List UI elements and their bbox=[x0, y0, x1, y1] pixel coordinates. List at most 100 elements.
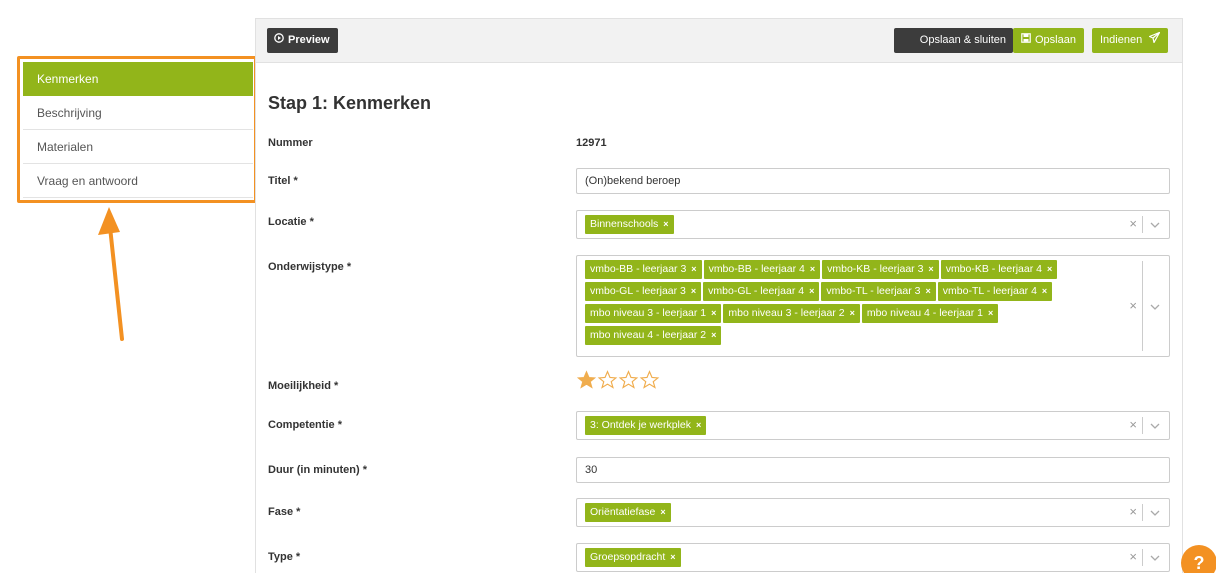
fase-tags: Oriëntatiefase × bbox=[585, 503, 1099, 525]
select-divider bbox=[1142, 504, 1143, 521]
locatie-select[interactable]: Binnenschools × × bbox=[576, 210, 1170, 239]
duur-required-mark: * bbox=[362, 464, 367, 476]
chevron-down-icon[interactable] bbox=[1149, 552, 1161, 564]
tag-binnenschools[interactable]: Binnenschools × bbox=[585, 215, 674, 234]
clear-x-icon[interactable]: × bbox=[1129, 216, 1137, 231]
sidebar-item-kenmerken[interactable]: Kenmerken bbox=[23, 62, 253, 96]
competentie-tags: 3: Ontdek je werkplek × bbox=[585, 416, 1099, 438]
tag-remove-icon[interactable]: × bbox=[660, 507, 665, 517]
tag-remove-icon[interactable]: × bbox=[663, 219, 668, 229]
select-divider bbox=[1142, 549, 1143, 566]
paper-plane-icon bbox=[1149, 28, 1161, 53]
tag-label: vmbo-BB - leerjaar 4 bbox=[708, 263, 805, 275]
clear-x-icon[interactable]: × bbox=[1129, 504, 1137, 519]
tag-label: mbo niveau 4 - leerjaar 2 bbox=[590, 329, 707, 341]
floppy-disk-icon bbox=[1021, 28, 1031, 53]
tag-label: vmbo-KB - leerjaar 3 bbox=[827, 263, 924, 275]
tag-onderwijstype[interactable]: vmbo-KB - leerjaar 4 × bbox=[940, 260, 1058, 279]
competentie-select[interactable]: 3: Ontdek je werkplek × × bbox=[576, 411, 1170, 440]
tag-onderwijstype[interactable]: mbo niveau 4 - leerjaar 2 × bbox=[585, 326, 722, 345]
star-icon[interactable] bbox=[618, 370, 639, 390]
tag-onderwijstype[interactable]: vmbo-KB - leerjaar 3 × bbox=[822, 260, 939, 279]
clear-x-icon[interactable]: × bbox=[1129, 417, 1137, 432]
tag-label: vmbo-BB - leerjaar 3 bbox=[590, 263, 687, 275]
locatie-label: Locatie * bbox=[268, 216, 314, 228]
chevron-down-icon[interactable] bbox=[1149, 420, 1161, 432]
tag-onderwijstype[interactable]: vmbo-BB - leerjaar 3 × bbox=[585, 260, 702, 279]
type-select[interactable]: Groepsopdracht × × bbox=[576, 543, 1170, 572]
preview-button[interactable]: Preview bbox=[267, 28, 338, 53]
star-icon[interactable] bbox=[576, 370, 597, 390]
preview-label: Preview bbox=[288, 34, 330, 46]
tag-remove-icon[interactable]: × bbox=[926, 286, 931, 296]
fase-label-text: Fase bbox=[268, 506, 294, 518]
save-and-close-button[interactable]: Opslaan & sluiten bbox=[894, 28, 1013, 53]
moeilijkheid-label-text: Moeilijkheid bbox=[268, 380, 331, 392]
tag-remove-icon[interactable]: × bbox=[696, 420, 701, 430]
tag-remove-icon[interactable]: × bbox=[691, 264, 696, 274]
onderwijstype-required-mark: * bbox=[346, 261, 352, 273]
save-label: Opslaan bbox=[1035, 34, 1076, 46]
chevron-down-icon[interactable] bbox=[1149, 219, 1161, 231]
onderwijstype-label: Onderwijstype * bbox=[268, 261, 351, 273]
moeilijkheid-label: Moeilijkheid * bbox=[268, 380, 338, 392]
onderwijstype-select[interactable]: vmbo-BB - leerjaar 3 × vmbo-BB - leerjaar … bbox=[576, 255, 1170, 357]
titel-required-mark: * bbox=[293, 175, 298, 187]
moeilijkheid-required-mark: * bbox=[334, 380, 339, 392]
play-circle-icon bbox=[274, 28, 284, 53]
tag-remove-icon[interactable]: × bbox=[988, 308, 993, 318]
tag-onderwijstype[interactable]: vmbo-BB - leerjaar 4 × bbox=[703, 260, 821, 279]
tag-onderwijstype[interactable]: mbo niveau 3 - leerjaar 1 × bbox=[585, 304, 722, 323]
submit-label: Indienen bbox=[1100, 34, 1143, 46]
type-label: Type * bbox=[268, 551, 300, 563]
tag-onderwijstype[interactable]: mbo niveau 3 - leerjaar 2 × bbox=[723, 304, 860, 323]
tag-remove-icon[interactable]: × bbox=[711, 330, 716, 340]
locatie-label-text: Locatie bbox=[268, 216, 307, 228]
tag-remove-icon[interactable]: × bbox=[850, 308, 855, 318]
tag-onderwijstype[interactable]: vmbo-GL - leerjaar 3 × bbox=[585, 282, 702, 301]
save-and-close-label: Opslaan & sluiten bbox=[919, 34, 1006, 46]
chevron-down-icon[interactable] bbox=[1149, 507, 1161, 519]
select-divider bbox=[1142, 417, 1143, 434]
type-tags: Groepsopdracht × bbox=[585, 548, 1099, 570]
tag-fase[interactable]: Oriëntatiefase × bbox=[585, 503, 671, 522]
select-divider bbox=[1142, 216, 1143, 233]
tag-onderwijstype[interactable]: vmbo-TL - leerjaar 4 × bbox=[937, 282, 1053, 301]
tag-type[interactable]: Groepsopdracht × bbox=[585, 548, 681, 567]
tag-remove-icon[interactable]: × bbox=[670, 552, 675, 562]
clear-x-icon[interactable]: × bbox=[1129, 298, 1137, 313]
save-button[interactable]: Opslaan bbox=[1013, 28, 1084, 53]
tag-remove-icon[interactable]: × bbox=[810, 264, 815, 274]
duur-input[interactable]: 30 bbox=[576, 457, 1170, 483]
tag-competentie[interactable]: 3: Ontdek je werkplek × bbox=[585, 416, 707, 435]
star-icon[interactable] bbox=[597, 370, 618, 390]
tag-label: mbo niveau 3 - leerjaar 1 bbox=[590, 307, 707, 319]
chevron-down-icon[interactable] bbox=[1149, 301, 1161, 313]
tag-remove-icon[interactable]: × bbox=[1047, 264, 1052, 274]
sidebar-item-beschrijving[interactable]: Beschrijving bbox=[23, 96, 253, 130]
fase-select[interactable]: Oriëntatiefase × × bbox=[576, 498, 1170, 527]
titel-input[interactable]: (On)bekend beroep bbox=[576, 168, 1170, 194]
toolbar: Preview Opslaan & sluiten Opslaan Indien… bbox=[256, 19, 1182, 63]
onderwijstype-tags: vmbo-BB - leerjaar 3 × vmbo-BB - leerjaar … bbox=[585, 260, 1079, 348]
tag-remove-icon[interactable]: × bbox=[691, 286, 696, 296]
tag-remove-icon[interactable]: × bbox=[809, 286, 814, 296]
tag-onderwijstype[interactable]: vmbo-TL - leerjaar 3 × bbox=[821, 282, 936, 301]
submit-button[interactable]: Indienen bbox=[1092, 28, 1169, 53]
star-icon[interactable] bbox=[639, 370, 660, 390]
sidebar-nav: Kenmerken Beschrijving Materialen Vraag … bbox=[23, 62, 253, 198]
sidebar-item-vraag-en-antwoord[interactable]: Vraag en antwoord bbox=[23, 164, 253, 198]
tag-label: Oriëntatiefase bbox=[590, 506, 656, 518]
tag-onderwijstype[interactable]: vmbo-GL - leerjaar 4 × bbox=[703, 282, 820, 301]
tag-remove-icon[interactable]: × bbox=[928, 264, 933, 274]
tag-label: 3: Ontdek je werkplek bbox=[590, 419, 691, 431]
tag-onderwijstype[interactable]: mbo niveau 4 - leerjaar 1 × bbox=[861, 304, 999, 323]
clear-x-icon[interactable]: × bbox=[1129, 549, 1137, 564]
help-button[interactable]: ? bbox=[1181, 545, 1216, 573]
locatie-tags: Binnenschools × bbox=[585, 215, 1099, 237]
sidebar-item-materialen[interactable]: Materialen bbox=[23, 130, 253, 164]
tag-remove-icon[interactable]: × bbox=[1042, 286, 1047, 296]
difficulty-rating[interactable] bbox=[576, 370, 660, 393]
nummer-value: 12971 bbox=[576, 137, 607, 149]
tag-remove-icon[interactable]: × bbox=[711, 308, 716, 318]
